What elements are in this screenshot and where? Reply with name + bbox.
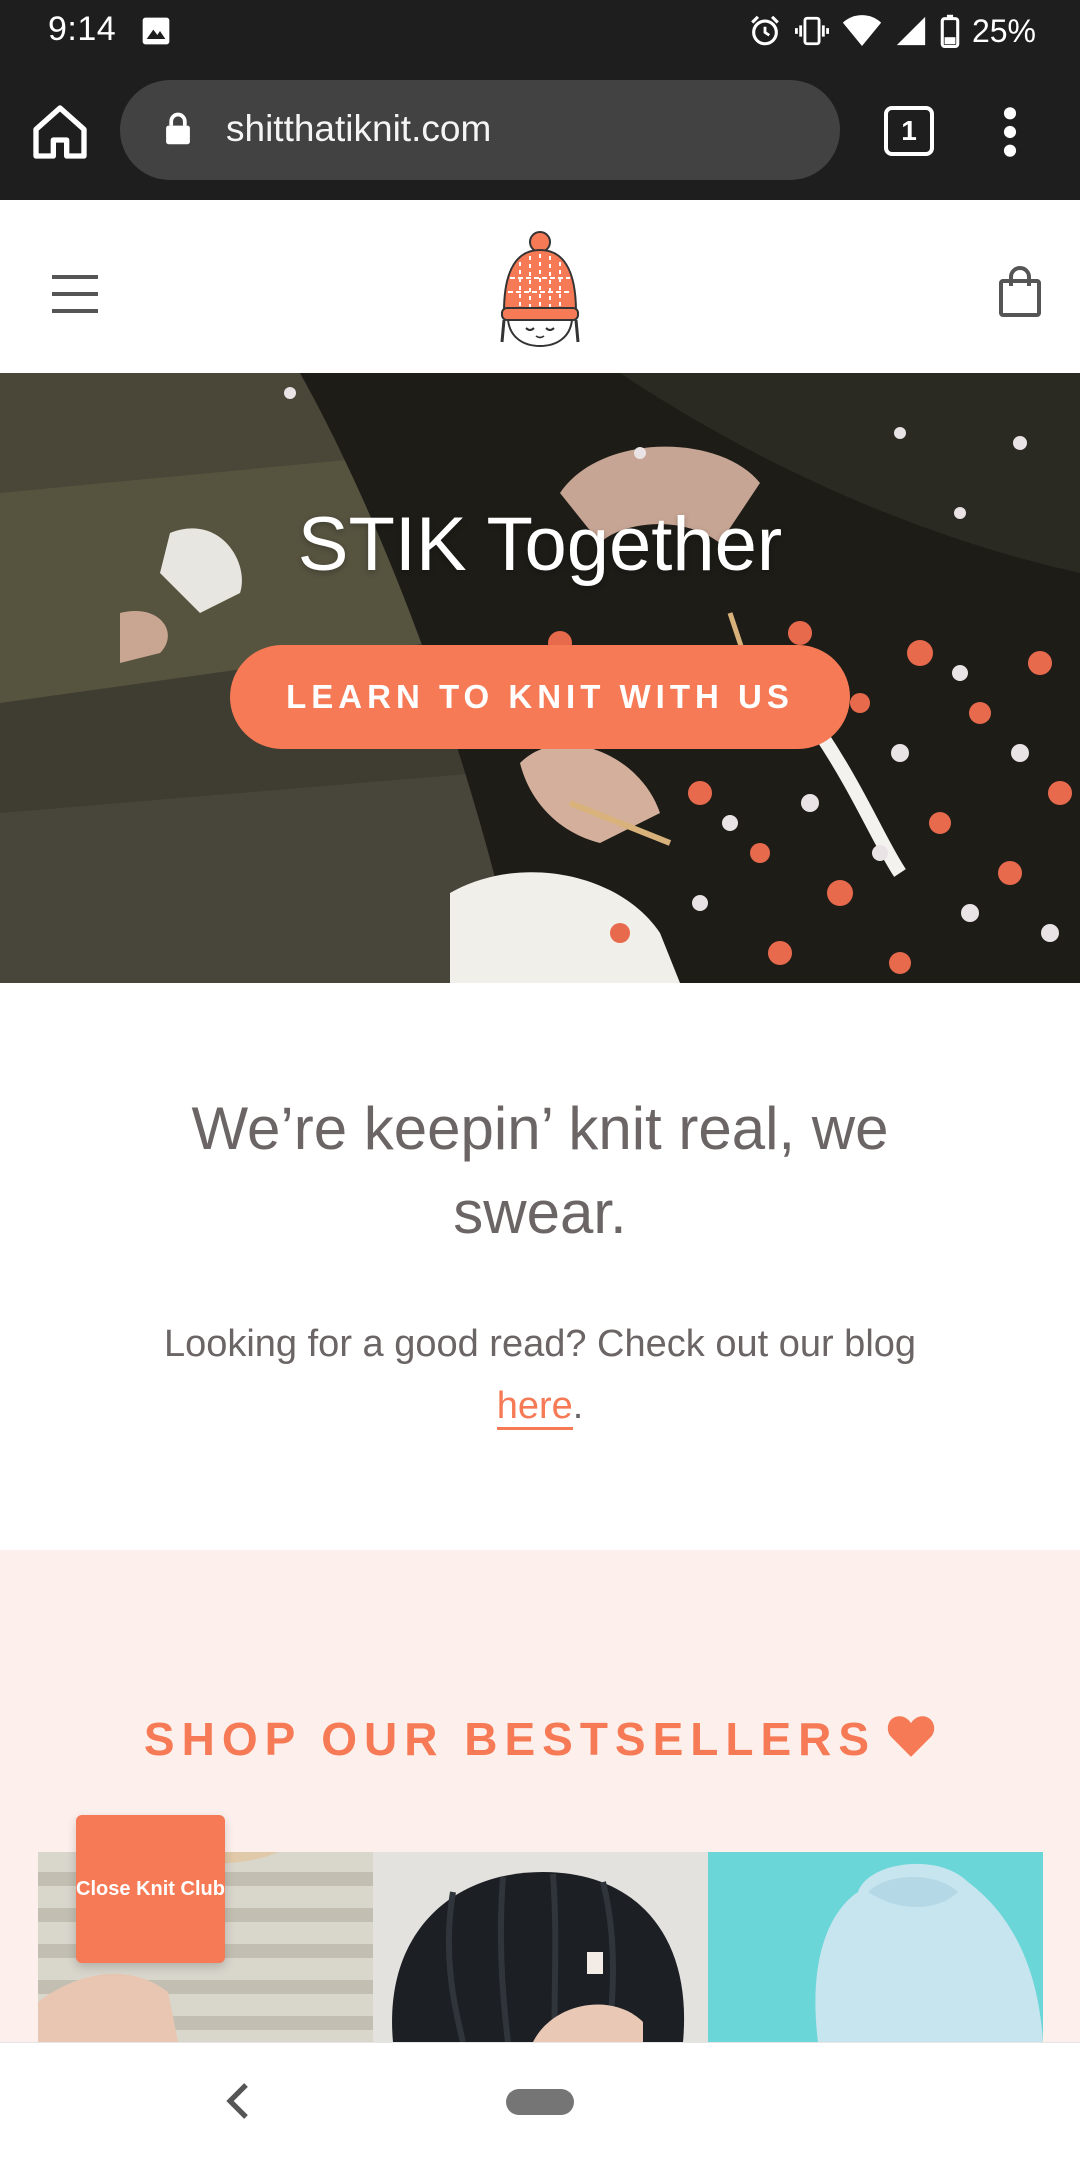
close-knit-club-button[interactable]: Close Knit Club	[76, 1815, 225, 1963]
more-vert-icon[interactable]	[994, 104, 1026, 160]
learn-to-knit-button[interactable]: LEARN TO KNIT WITH US	[230, 645, 850, 749]
status-icons: 25%	[748, 8, 1036, 54]
intro-body-suffix: .	[572, 1385, 584, 1427]
blog-link[interactable]: here	[496, 1385, 573, 1430]
image-icon	[142, 17, 170, 45]
lock-icon	[166, 112, 190, 145]
black-beanie-image	[373, 1852, 708, 2042]
alarm-icon	[751, 15, 779, 46]
signal-icon	[896, 16, 926, 46]
status-time: 9:14	[48, 10, 117, 48]
status-bar: 9:14 25%	[0, 0, 1080, 62]
url-text: shitthatiknit.com	[226, 108, 492, 149]
intro-section: We’re keepin’ knit real, we swear. Looki…	[0, 983, 1080, 1550]
tab-count: 1	[901, 115, 917, 146]
url-bar[interactable]: shitthatiknit.com	[120, 80, 840, 180]
back-icon[interactable]	[224, 2081, 252, 2121]
hero-title: STIK Together	[297, 502, 783, 587]
site-header	[0, 200, 1080, 373]
system-nav-bar	[0, 2042, 1080, 2160]
vibrate-icon	[794, 16, 829, 46]
home-pill[interactable]	[506, 2089, 574, 2115]
shopping-bag-icon[interactable]	[998, 266, 1042, 318]
product-card-light-blue-sweater[interactable]	[708, 1852, 1043, 2042]
bestsellers-title: SHOP OUR BESTSELLERS	[143, 1713, 877, 1765]
battery-percent: 25%	[971, 12, 1036, 49]
bestsellers-section: SHOP OUR BESTSELLERS	[0, 1550, 1080, 2042]
knit-hat-logo[interactable]	[490, 228, 590, 348]
product-card-black-beanie[interactable]	[373, 1852, 708, 2042]
home-icon[interactable]	[28, 100, 92, 164]
battery-icon	[940, 14, 960, 48]
bestsellers-heading: SHOP OUR BESTSELLERS	[0, 1712, 1080, 1766]
tabs-icon[interactable]: 1	[884, 106, 934, 156]
hero-banner: STIK Together LEARN TO KNIT WITH US	[0, 373, 1080, 983]
wifi-icon	[842, 15, 882, 46]
light-blue-sweater-image	[708, 1852, 1043, 2042]
intro-body-text: Looking for a good read? Check out our b…	[163, 1323, 917, 1365]
browser-toolbar: shitthatiknit.com 1	[0, 62, 1080, 200]
hamburger-menu-icon[interactable]	[52, 273, 98, 315]
intro-heading: We’re keepin’ knit real, we swear.	[191, 1095, 889, 1246]
intro-body: Looking for a good read? Check out our b…	[120, 1313, 960, 1437]
heart-icon	[887, 1716, 935, 1757]
